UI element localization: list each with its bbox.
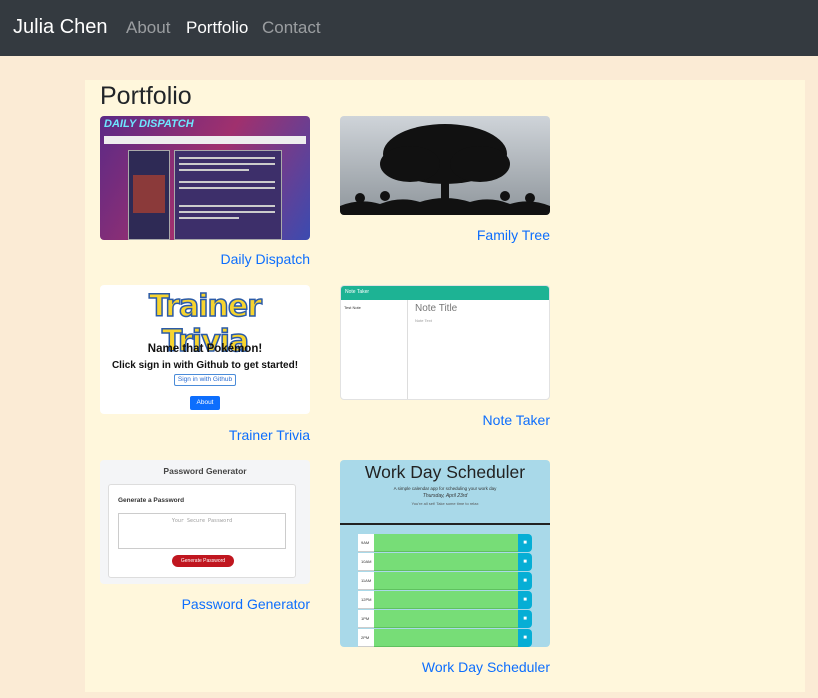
thumb-header-bar: Note Taker bbox=[341, 286, 549, 300]
thumb-heading: Password Generator bbox=[163, 466, 247, 476]
thumb-list-item: Test Note bbox=[344, 305, 361, 310]
work-day-scheduler-thumbnail[interactable]: Work Day Scheduler A simple calendar app… bbox=[340, 460, 550, 647]
thumb-hour-row: 11AM ■ bbox=[358, 572, 532, 590]
page-title: Portfolio bbox=[100, 82, 192, 110]
thumb-note: You're all set! Take some time to relax bbox=[411, 501, 479, 506]
note-taker-thumbnail[interactable]: Note Taker Test Note Note Title Note Tex… bbox=[340, 285, 550, 400]
thumb-note-text: Note Text bbox=[415, 318, 432, 323]
brand-link[interactable]: Julia Chen bbox=[13, 16, 108, 39]
project-link-family-tree[interactable]: Family Tree bbox=[340, 227, 550, 243]
thumb-signin-button: Sign in with Github bbox=[174, 374, 236, 386]
trainer-trivia-thumbnail[interactable]: Trainer Trivia Name that Pokémon! Click … bbox=[100, 285, 310, 414]
save-icon: ■ bbox=[518, 572, 532, 590]
thumb-note-title: Note Title bbox=[415, 303, 458, 314]
thumb-about-button: About bbox=[190, 396, 220, 410]
thumb-sidebar bbox=[128, 150, 170, 240]
thumb-subheading: Click sign in with Github to get started… bbox=[111, 360, 299, 371]
thumb-hour-label: 2PM bbox=[358, 629, 374, 647]
thumb-hero-image bbox=[133, 175, 165, 213]
project-link-work-day-scheduler[interactable]: Work Day Scheduler bbox=[340, 659, 550, 675]
save-icon: ■ bbox=[518, 591, 532, 609]
thumb-hour-label: 10AM bbox=[358, 553, 374, 571]
thumb-hour-block bbox=[374, 591, 518, 609]
thumb-heading: Work Day Scheduler bbox=[364, 462, 526, 482]
project-link-password-generator[interactable]: Password Generator bbox=[100, 596, 310, 612]
thumb-note-list: Test Note bbox=[341, 300, 408, 399]
thumb-hour-label: 11AM bbox=[358, 572, 374, 590]
save-icon: ■ bbox=[518, 610, 532, 628]
thumb-subheading: Generate a Password bbox=[118, 497, 185, 504]
save-icon: ■ bbox=[518, 629, 532, 647]
project-link-note-taker[interactable]: Note Taker bbox=[340, 412, 550, 428]
thumb-hour-row: 9AM ■ bbox=[358, 534, 532, 552]
thumb-generate-button: Generate Password bbox=[172, 555, 234, 567]
thumb-card: Generate a Password Your Secure Password… bbox=[108, 484, 296, 578]
thumb-hour-block bbox=[374, 610, 518, 628]
thumb-divider bbox=[340, 523, 550, 525]
thumb-hour-row: 10AM ■ bbox=[358, 553, 532, 571]
navbar: Julia Chen About Portfolio Contact bbox=[0, 0, 818, 56]
thumb-hour-row: 2PM ■ bbox=[358, 629, 532, 647]
thumb-hour-label: 12PM bbox=[358, 591, 374, 609]
thumb-hour-block bbox=[374, 572, 518, 590]
thumb-hour-row: 12PM ■ bbox=[358, 591, 532, 609]
thumb-app-title: Note Taker bbox=[345, 289, 370, 295]
nav-link-contact[interactable]: Contact bbox=[262, 18, 321, 38]
tree-silhouette-icon bbox=[340, 124, 550, 215]
password-generator-thumbnail[interactable]: Password Generator Generate a Password Y… bbox=[100, 460, 310, 584]
thumb-hour-block bbox=[374, 553, 518, 571]
thumb-hour-label: 9AM bbox=[358, 534, 374, 552]
project-link-trainer-trivia[interactable]: Trainer Trivia bbox=[100, 427, 310, 443]
daily-dispatch-thumbnail[interactable]: DAILY DISPATCH bbox=[100, 116, 310, 240]
thumb-hour-row: 1PM ■ bbox=[358, 610, 532, 628]
save-icon: ■ bbox=[518, 534, 532, 552]
thumb-subtitle: A simple calendar app for scheduling you… bbox=[393, 486, 497, 491]
thumb-search-bar bbox=[104, 136, 306, 144]
thumb-heading: Name that Pokémon! bbox=[147, 343, 263, 355]
thumb-hour-label: 1PM bbox=[358, 610, 374, 628]
thumb-heading: DAILY DISPATCH bbox=[104, 118, 194, 130]
nav-link-portfolio[interactable]: Portfolio bbox=[186, 18, 248, 38]
thumb-hour-block bbox=[374, 629, 518, 647]
family-tree-thumbnail[interactable] bbox=[340, 116, 550, 215]
thumb-article bbox=[174, 150, 282, 240]
thumb-hour-block bbox=[374, 534, 518, 552]
thumb-password-field: Your Secure Password bbox=[118, 513, 286, 549]
save-icon: ■ bbox=[518, 553, 532, 571]
project-link-daily-dispatch[interactable]: Daily Dispatch bbox=[100, 251, 310, 267]
thumb-date: Thursday, April 23rd bbox=[422, 493, 468, 499]
nav-link-about[interactable]: About bbox=[126, 18, 170, 38]
